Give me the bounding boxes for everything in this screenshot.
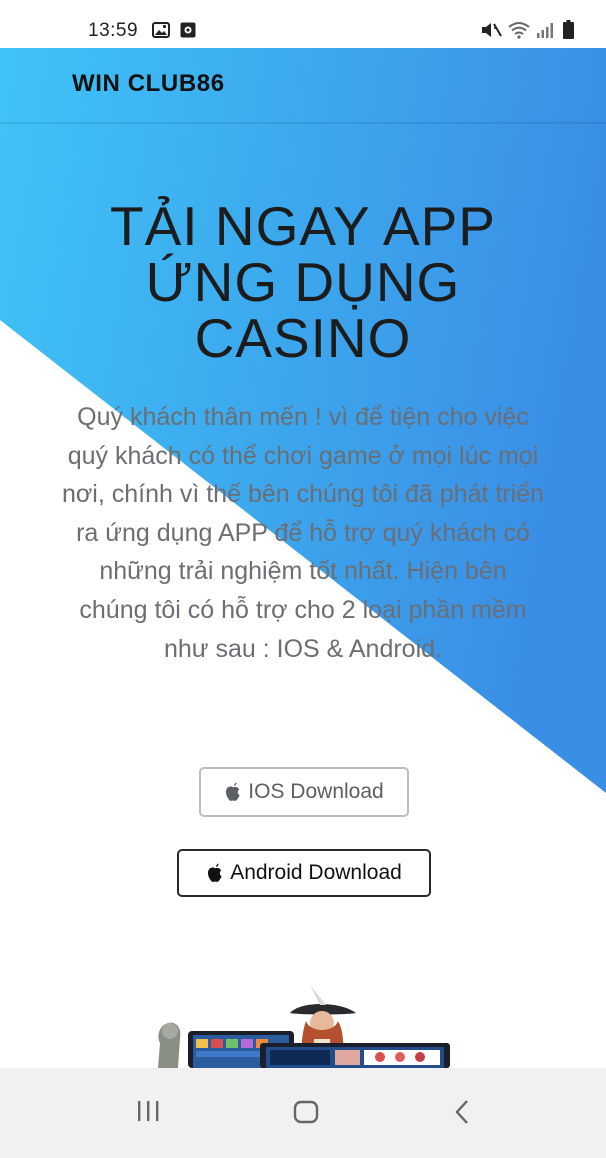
back-icon[interactable]: [452, 1098, 472, 1126]
record-icon: [180, 22, 196, 38]
hero-title: TẢI NGAY APP ỨNG DỤNG CASINO: [40, 198, 566, 366]
header-bar: WIN CLUB86: [0, 48, 606, 124]
apple-icon: [226, 782, 240, 801]
system-navigation-bar: [0, 1068, 606, 1158]
ios-download-button[interactable]: IOS Download: [199, 767, 409, 817]
hero-title-line-2: ỨNG DỤNG: [145, 251, 461, 313]
hero-title-line-1: TẢI NGAY APP: [110, 195, 496, 257]
android-download-label: Android Download: [230, 861, 402, 884]
ios-download-label: IOS Download: [248, 780, 384, 803]
hero-title-line-3: CASINO: [194, 307, 412, 369]
status-time: 13:59: [88, 20, 139, 41]
status-bar: 13:59: [0, 0, 606, 48]
gallery-icon: [152, 22, 170, 38]
goblin-figure: [158, 1022, 181, 1068]
android-download-button[interactable]: Android Download: [177, 849, 431, 897]
recents-icon[interactable]: [134, 1098, 162, 1124]
laptop-device: [260, 1043, 450, 1068]
hero-section: WIN CLUB86 TẢI NGAY APP ỨNG DỤNG CASINO …: [0, 48, 606, 1068]
signal-icon: [537, 23, 553, 38]
mute-icon: [482, 23, 502, 37]
wifi-icon: [508, 22, 530, 39]
hero-description: Quý khách thân mến ! vì để tiện cho việc…: [62, 403, 544, 663]
apple-icon: [208, 863, 222, 882]
brand-logo-text[interactable]: WIN CLUB86: [72, 70, 225, 98]
battery-icon: [563, 20, 574, 39]
promo-illustration: [158, 985, 450, 1068]
home-icon[interactable]: [292, 1098, 320, 1126]
